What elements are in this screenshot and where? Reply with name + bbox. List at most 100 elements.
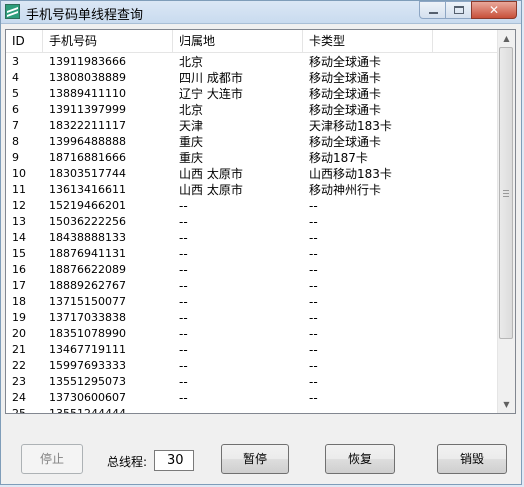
cell-card-type: 移动187卡 [309,151,368,165]
table-row[interactable]: 23 13551295073 -- -- [6,374,500,390]
cell-location: 重庆 [179,135,204,149]
table-row[interactable]: 15 18876941131 -- -- [6,246,500,262]
cell-id: 25 [12,407,26,414]
cell-phone: 13730600607 [49,391,126,404]
cell-card-type: -- [309,391,318,405]
scroll-up-icon[interactable]: ▲ [498,30,515,47]
cell-location: 山西 太原市 [179,167,243,181]
cell-phone: 13889411110 [49,87,126,100]
table-row[interactable]: 4 13808038889 四川 成都市 移动全球通卡 [6,70,500,86]
cell-location: -- [179,391,188,405]
resume-button[interactable]: 恢复 [325,444,395,474]
cell-phone: 18716881666 [49,151,126,164]
cell-phone: 18876622089 [49,263,126,276]
results-list[interactable]: ID 手机号码 归属地 卡类型 3 13911983666 北京 移动全球通卡 4 138… [5,29,516,414]
cell-phone: 13911397999 [49,103,126,116]
cell-location: -- [179,343,188,357]
table-row[interactable]: 5 13889411110 辽宁 大连市 移动全球通卡 [6,86,500,102]
cell-card-type: -- [309,375,318,389]
cell-card-type: -- [309,199,318,213]
cell-location: -- [179,215,188,229]
cell-phone: 15036222256 [49,215,126,228]
cell-phone: 13996488888 [49,135,126,148]
cell-card-type: 移动全球通卡 [309,71,382,85]
cell-phone: 13911983666 [49,55,126,68]
column-header-id[interactable]: ID [6,30,43,52]
cell-id: 17 [12,279,26,292]
cell-card-type: -- [309,311,318,325]
threads-input[interactable]: 30 [154,450,194,471]
cell-phone: 13467719111 [49,343,126,356]
table-row[interactable]: 7 18322211117 天津 天津移动183卡 [6,118,500,134]
cell-card-type: 天津移动183卡 [309,119,392,133]
cell-id: 10 [12,167,26,180]
table-row[interactable]: 20 18351078990 -- -- [6,326,500,342]
column-header-location[interactable]: 归属地 [173,30,303,52]
table-row[interactable]: 25 13551244444 -- -- [6,406,500,414]
cell-location: -- [179,295,188,309]
maximize-button[interactable] [445,1,472,19]
table-row[interactable]: 17 18889262767 -- -- [6,278,500,294]
cell-location: 北京 [179,103,204,117]
table-row[interactable]: 19 13717033838 -- -- [6,310,500,326]
cell-card-type: -- [309,343,318,357]
cell-id: 24 [12,391,26,404]
table-row[interactable]: 13 15036222256 -- -- [6,214,500,230]
table-row[interactable]: 8 13996488888 重庆 移动全球通卡 [6,134,500,150]
cell-id: 20 [12,327,26,340]
cell-id: 12 [12,199,26,212]
title-bar[interactable]: 手机号码单线程查询 ✕ [1,1,521,24]
cell-id: 11 [12,183,26,196]
cell-id: 3 [12,55,19,68]
pause-button[interactable]: 暂停 [221,444,289,474]
scroll-down-icon[interactable]: ▼ [498,396,515,413]
cell-location: 四川 成都市 [179,71,243,85]
cell-location: 重庆 [179,151,204,165]
cell-id: 6 [12,103,19,116]
cell-card-type: -- [309,247,318,261]
list-header: ID 手机号码 归属地 卡类型 [6,30,500,53]
table-row[interactable]: 16 18876622089 -- -- [6,262,500,278]
destroy-button[interactable]: 销毁 [437,444,507,474]
cell-card-type: -- [309,295,318,309]
cell-id: 8 [12,135,19,148]
table-row[interactable]: 3 13911983666 北京 移动全球通卡 [6,54,500,70]
cell-id: 18 [12,295,26,308]
cell-id: 21 [12,343,26,356]
scroll-thumb[interactable] [499,47,513,339]
column-header-phone[interactable]: 手机号码 [43,30,173,52]
main-window: 手机号码单线程查询 ✕ ID 手机号码 归属地 卡类型 3 13911983666… [0,0,522,485]
cell-phone: 18438888133 [49,231,126,244]
grip-icon [503,190,509,198]
cell-phone: 18303517744 [49,167,126,180]
table-row[interactable]: 10 18303517744 山西 太原市 山西移动183卡 [6,166,500,182]
cell-card-type: 移动全球通卡 [309,135,382,149]
table-row[interactable]: 6 13911397999 北京 移动全球通卡 [6,102,500,118]
cell-phone: 13715150077 [49,295,126,308]
stop-button[interactable]: 停止 [21,444,83,474]
table-row[interactable]: 12 15219466201 -- -- [6,198,500,214]
cell-id: 23 [12,375,26,388]
maximize-icon [454,6,464,14]
table-row[interactable]: 21 13467719111 -- -- [6,342,500,358]
column-header-card-type[interactable]: 卡类型 [303,30,433,52]
vertical-scrollbar[interactable]: ▲ ▼ [497,30,515,413]
cell-id: 4 [12,71,19,84]
cell-id: 5 [12,87,19,100]
table-row[interactable]: 22 15997693333 -- -- [6,358,500,374]
close-button[interactable]: ✕ [471,1,517,19]
cell-card-type: -- [309,279,318,293]
minimize-icon [429,12,438,14]
table-row[interactable]: 9 18716881666 重庆 移动187卡 [6,150,500,166]
cell-id: 14 [12,231,26,244]
window-title: 手机号码单线程查询 [26,8,144,23]
table-row[interactable]: 11 13613416611 山西 太原市 移动神州行卡 [6,182,500,198]
table-row[interactable]: 24 13730600607 -- -- [6,390,500,406]
minimize-button[interactable] [419,1,446,19]
cell-phone: 18876941131 [49,247,126,260]
cell-card-type: 移动全球通卡 [309,103,382,117]
table-row[interactable]: 18 13715150077 -- -- [6,294,500,310]
table-row[interactable]: 14 18438888133 -- -- [6,230,500,246]
cell-id: 9 [12,151,19,164]
cell-phone: 18351078990 [49,327,126,340]
